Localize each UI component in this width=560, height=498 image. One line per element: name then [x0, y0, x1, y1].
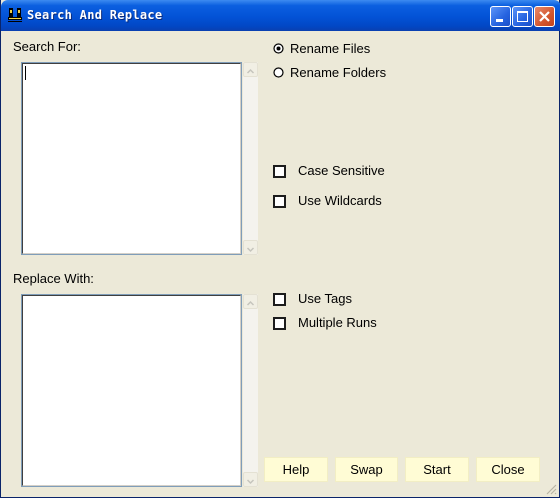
chevron-down-icon: [246, 479, 255, 485]
title-bar[interactable]: Search And Replace: [1, 0, 560, 31]
rename-folders-radio[interactable]: [273, 67, 284, 78]
multiple-runs-label[interactable]: Multiple Runs: [298, 315, 377, 330]
window-title: Search And Replace: [27, 8, 163, 22]
close-icon: [539, 11, 550, 22]
scroll-up-button[interactable]: [243, 62, 258, 77]
search-for-label: Search For:: [13, 39, 81, 54]
replace-with-scrollbar[interactable]: [243, 294, 258, 487]
chevron-down-icon: [246, 247, 255, 253]
maximize-icon: [517, 11, 528, 22]
use-tags-checkbox[interactable]: [273, 293, 286, 306]
case-sensitive-checkbox[interactable]: [273, 165, 286, 178]
rename-files-radio[interactable]: [273, 43, 284, 54]
text-caret: [25, 66, 26, 80]
multiple-runs-checkbox[interactable]: [273, 317, 286, 330]
close-window-button[interactable]: [534, 6, 555, 27]
swap-button[interactable]: Swap: [335, 457, 398, 482]
app-icon: [8, 8, 22, 22]
replace-with-label: Replace With:: [13, 271, 94, 286]
close-button[interactable]: Close: [476, 457, 540, 482]
scroll-down-button[interactable]: [243, 472, 258, 487]
maximize-button[interactable]: [512, 6, 533, 27]
start-button[interactable]: Start: [405, 457, 469, 482]
resize-grip-icon[interactable]: [545, 483, 557, 495]
chevron-up-icon: [246, 68, 255, 74]
help-button[interactable]: Help: [264, 457, 328, 482]
case-sensitive-label[interactable]: Case Sensitive: [298, 163, 385, 178]
search-and-replace-window: Search And Replace Search For: Replace W…: [0, 0, 560, 498]
chevron-up-icon: [246, 300, 255, 306]
use-wildcards-label[interactable]: Use Wildcards: [298, 193, 382, 208]
use-wildcards-checkbox[interactable]: [273, 195, 286, 208]
replace-with-textarea[interactable]: [21, 294, 242, 487]
rename-folders-label[interactable]: Rename Folders: [290, 65, 386, 80]
search-for-scrollbar[interactable]: [243, 62, 258, 255]
minimize-icon: [496, 19, 503, 22]
search-for-textarea[interactable]: [21, 62, 242, 255]
minimize-button[interactable]: [490, 6, 511, 27]
use-tags-label[interactable]: Use Tags: [298, 291, 352, 306]
rename-files-label[interactable]: Rename Files: [290, 41, 370, 56]
scroll-down-button[interactable]: [243, 240, 258, 255]
scroll-up-button[interactable]: [243, 294, 258, 309]
